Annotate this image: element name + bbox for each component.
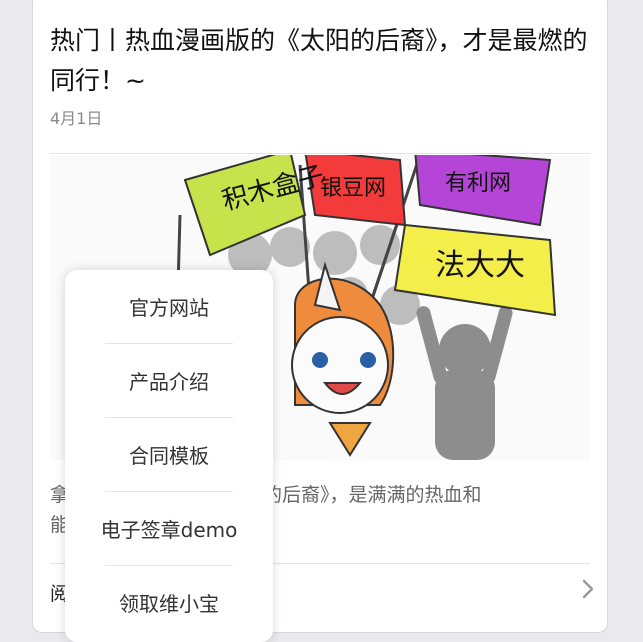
raised-arm-figure bbox=[416, 306, 513, 460]
article-title: 热门丨热血漫画版的《太阳的后裔》，才是最燃的同行！~ bbox=[50, 26, 588, 95]
flag-fadada-text: 法大大 bbox=[435, 248, 525, 283]
divider bbox=[50, 153, 590, 154]
popup-menu: 官方网站 产品介绍 合同模板 电子签章demo 领取维小宝 bbox=[65, 270, 273, 642]
menu-item-contract-templates[interactable]: 合同模板 bbox=[65, 418, 273, 491]
flag-yindou-text: 银豆网 bbox=[320, 176, 386, 201]
menu-item-product-intro[interactable]: 产品介绍 bbox=[65, 344, 273, 417]
flag-youli-text: 有利网 bbox=[445, 171, 511, 196]
menu-item-official-site[interactable]: 官方网站 bbox=[65, 270, 273, 343]
menu-item-get-weixiaobao[interactable]: 领取维小宝 bbox=[65, 566, 273, 639]
mascot bbox=[291, 261, 395, 457]
article-date: 4月1日 bbox=[50, 109, 103, 128]
chevron-right-icon[interactable] bbox=[578, 577, 598, 601]
menu-item-e-signature-demo[interactable]: 电子签章demo bbox=[65, 492, 273, 565]
